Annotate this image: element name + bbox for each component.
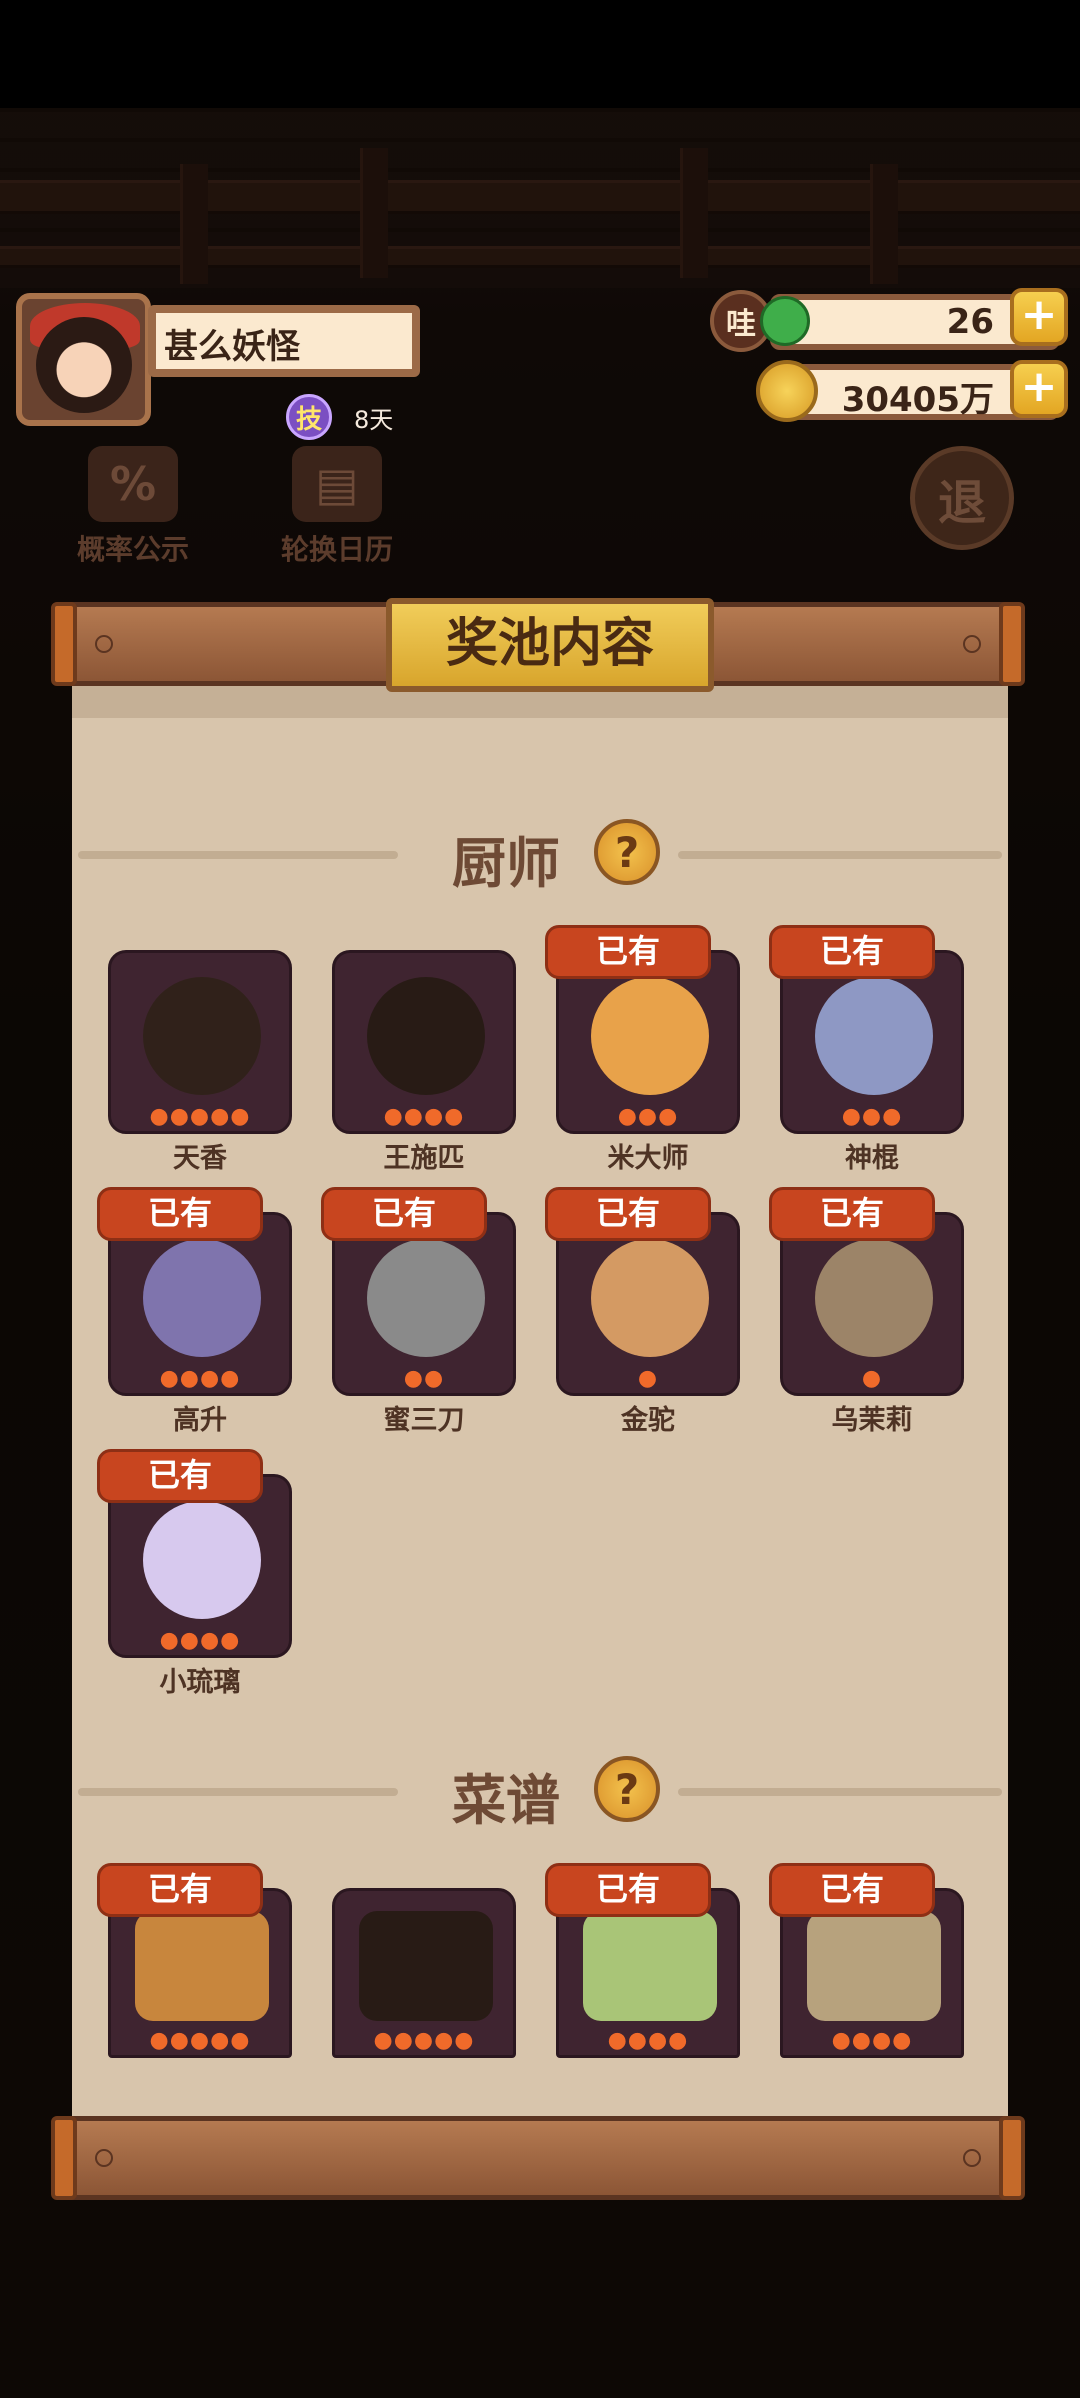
divider-line xyxy=(78,1788,398,1796)
probability-label: 概率公示 xyxy=(76,533,189,566)
chef-portrait xyxy=(591,977,709,1095)
chef-name: 乌茉莉 xyxy=(831,1405,913,1436)
rarity-flame-icons: ●●●● xyxy=(383,1104,465,1129)
rarity-flame-icons: ●●●●● xyxy=(149,2028,251,2053)
recipe-image xyxy=(135,1911,269,2021)
recipe-image xyxy=(807,1911,941,2021)
avatar-face xyxy=(36,317,132,413)
rarity-flame-icons: ● xyxy=(637,1366,659,1391)
rod-cap xyxy=(51,2116,77,2200)
rod-nail xyxy=(95,2149,113,2167)
scroll-bottom-rod xyxy=(51,2116,1025,2200)
divider-line xyxy=(78,851,398,859)
chef-name: 金驼 xyxy=(621,1405,675,1436)
skill-days-remaining: 8天 xyxy=(354,406,394,434)
modal-title-plaque: 奖池内容 xyxy=(386,598,714,692)
rarity-flame-icons: ●●●●● xyxy=(149,1104,251,1129)
recipes-section-header: 菜谱 ? xyxy=(72,1752,1008,1832)
rarity-flame-icons: ●●●● xyxy=(159,1628,241,1653)
owned-badge: 已有 xyxy=(545,1863,711,1917)
owned-badge: 已有 xyxy=(97,1863,263,1917)
owned-badge: 已有 xyxy=(321,1187,487,1241)
chef-card[interactable]: ●● 已有 xyxy=(321,1187,516,1396)
jade-currency-value: 26 xyxy=(946,302,994,342)
rarity-flame-icons: ●●● xyxy=(617,1104,679,1129)
recipe-card[interactable]: ●●●●● xyxy=(332,1888,516,2058)
chef-portrait xyxy=(815,977,933,1095)
recipes-section-title: 菜谱 xyxy=(452,1769,560,1832)
chef-card[interactable]: ●●●● xyxy=(332,950,516,1134)
chef-card[interactable]: ●●●● 已有 xyxy=(97,1187,292,1396)
chef-portrait xyxy=(143,1239,261,1357)
probability-button[interactable]: % 概率公示 xyxy=(68,446,198,568)
jade-gem-icon xyxy=(760,296,810,346)
chef-card[interactable]: ●●●●● xyxy=(108,950,292,1134)
chef-portrait xyxy=(143,977,261,1095)
rarity-flame-icons: ●●● xyxy=(841,1104,903,1129)
rod-nail xyxy=(963,2149,981,2167)
chef-name: 天香 xyxy=(173,1143,227,1174)
rod-cap xyxy=(999,2116,1025,2200)
owned-badge: 已有 xyxy=(97,1449,263,1503)
rotation-calendar-button[interactable]: ▤ 轮换日历 xyxy=(270,446,404,568)
rotation-calendar-label: 轮换日历 xyxy=(280,533,393,566)
exit-button[interactable]: 退 xyxy=(910,446,1014,550)
divider-line xyxy=(678,851,1002,859)
recipes-help-icon[interactable]: ? xyxy=(594,1756,660,1822)
recipe-card[interactable]: ●●●● 已有 xyxy=(545,1863,740,2058)
owned-badge: 已有 xyxy=(769,1863,935,1917)
chef-portrait xyxy=(367,977,485,1095)
chef-name: 高升 xyxy=(173,1405,227,1436)
chef-name: 神棍 xyxy=(845,1143,899,1174)
percent-icon: % xyxy=(88,446,178,522)
calendar-icon: ▤ xyxy=(292,446,382,522)
owned-badge: 已有 xyxy=(97,1187,263,1241)
chefs-section-header: 厨师 ? xyxy=(72,815,1008,895)
chef-portrait xyxy=(367,1239,485,1357)
rod-cap xyxy=(51,602,77,686)
owned-badge: 已有 xyxy=(545,1187,711,1241)
chef-portrait xyxy=(815,1239,933,1357)
chefs-help-icon[interactable]: ? xyxy=(594,819,660,885)
rod-nail xyxy=(95,635,113,653)
rarity-flame-icons: ●●●● xyxy=(831,2028,913,2053)
player-avatar[interactable] xyxy=(16,293,151,426)
chefs-section-title: 厨师 xyxy=(452,832,560,895)
chef-card[interactable]: ●●● 已有 xyxy=(769,925,964,1134)
owned-badge: 已有 xyxy=(769,925,935,979)
rarity-flame-icons: ● xyxy=(861,1366,883,1391)
recipe-image xyxy=(359,1911,493,2021)
chef-name: 小琉璃 xyxy=(159,1667,241,1698)
add-gold-button[interactable]: + xyxy=(1010,360,1068,418)
chef-name: 王施匹 xyxy=(383,1143,465,1174)
chef-portrait xyxy=(591,1239,709,1357)
recipe-image xyxy=(583,1911,717,2021)
player-name: 甚么妖怪 xyxy=(164,327,300,367)
rarity-flame-icons: ●●●● xyxy=(159,1366,241,1391)
chef-portrait xyxy=(143,1501,261,1619)
owned-badge: 已有 xyxy=(545,925,711,979)
chef-card[interactable]: ●●● 已有 xyxy=(545,925,740,1134)
rod-nail xyxy=(963,635,981,653)
player-name-plate: 甚么妖怪 xyxy=(148,305,420,377)
chef-name: 蜜三刀 xyxy=(383,1405,465,1436)
recipe-card[interactable]: ●●●● 已有 xyxy=(769,1863,964,2058)
gold-coin-icon xyxy=(756,360,818,422)
divider-line xyxy=(678,1788,1002,1796)
rarity-flame-icons: ●● xyxy=(403,1366,445,1391)
chef-card[interactable]: ● 已有 xyxy=(545,1187,740,1396)
rod-cap xyxy=(999,602,1025,686)
gold-currency-value: 30405万 xyxy=(841,380,994,420)
rarity-flame-icons: ●●●● xyxy=(607,2028,689,2053)
recipe-card[interactable]: ●●●●● 已有 xyxy=(97,1863,292,2058)
modal-title: 奖池内容 xyxy=(445,614,654,674)
chef-name: 米大师 xyxy=(607,1143,689,1174)
skill-badge-icon[interactable]: 技 xyxy=(286,394,332,440)
chef-card[interactable]: ●●●● 已有 xyxy=(97,1449,292,1658)
rarity-flame-icons: ●●●●● xyxy=(373,2028,475,2053)
owned-badge: 已有 xyxy=(769,1187,935,1241)
add-jade-button[interactable]: + xyxy=(1010,288,1068,346)
chef-card[interactable]: ● 已有 xyxy=(769,1187,964,1396)
